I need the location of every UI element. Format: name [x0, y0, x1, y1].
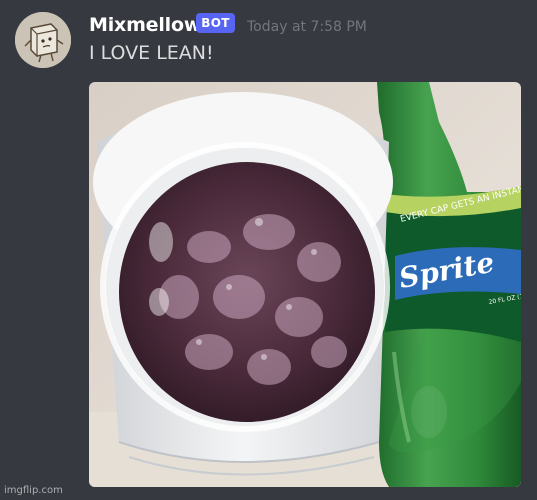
- styrofoam-cup-and-soda-bottle-image: EVERY CAP GETS AN INSTANT Sprite 20 FL O…: [89, 82, 521, 487]
- message-text: I LOVE LEAN!: [89, 42, 214, 64]
- message-timestamp: Today at 7:58 PM: [247, 19, 367, 35]
- author-name[interactable]: Mixmellow: [89, 12, 201, 38]
- bot-badge: BOT: [196, 13, 235, 33]
- avatar[interactable]: [15, 12, 71, 68]
- imgflip-watermark: imgflip.com: [4, 485, 63, 496]
- sugar-cube-character-icon: [15, 12, 71, 68]
- image-attachment[interactable]: EVERY CAP GETS AN INSTANT Sprite 20 FL O…: [89, 82, 521, 487]
- styrofoam-cup: [93, 92, 393, 476]
